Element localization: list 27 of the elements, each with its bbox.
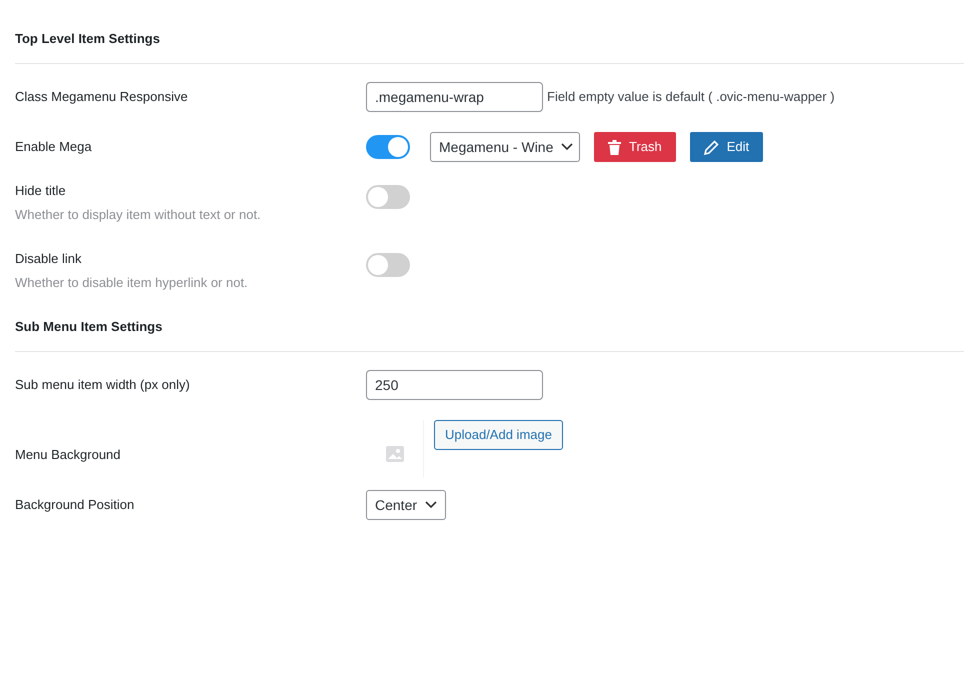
toggle-switch[interactable] (366, 253, 410, 277)
section-heading: Sub Menu Item Settings (15, 318, 164, 336)
field-label: Enable Mega (15, 138, 93, 156)
select-field[interactable]: Center (366, 490, 446, 520)
edit-button[interactable]: Edit (690, 132, 764, 162)
select-field[interactable]: Megamenu - Wine (430, 132, 580, 162)
trash-button[interactable]: Trash (594, 132, 676, 162)
chevron-down-icon (561, 143, 574, 151)
toggle-switch[interactable] (366, 135, 410, 159)
trash-icon (608, 140, 621, 154)
toggle-switch[interactable] (366, 185, 410, 209)
field-description: Whether to display item without text or not. (15, 206, 262, 224)
field-label: Menu Background (15, 446, 122, 464)
text-field[interactable]: 250 (366, 370, 543, 400)
field-label: Disable link (15, 250, 82, 268)
pencil-icon (704, 140, 719, 154)
section-heading: Top Level Item Settings (15, 30, 161, 48)
field-label: Background Position (15, 496, 136, 514)
help-text: Field empty value is default ( .ovic-menu-wapper ) (547, 88, 835, 106)
chevron-down-icon (425, 501, 438, 509)
text-field[interactable]: .megamenu-wrap (366, 82, 543, 112)
image-placeholder-icon (386, 446, 404, 462)
field-label: Hide title (15, 182, 67, 200)
upload-button[interactable]: Upload/Add image (434, 420, 563, 450)
field-description: Whether to disable item hyperlink or not. (15, 274, 249, 292)
field-label: Class Megamenu Responsive (15, 88, 189, 106)
field-label: Sub menu item width (px only) (15, 376, 191, 394)
